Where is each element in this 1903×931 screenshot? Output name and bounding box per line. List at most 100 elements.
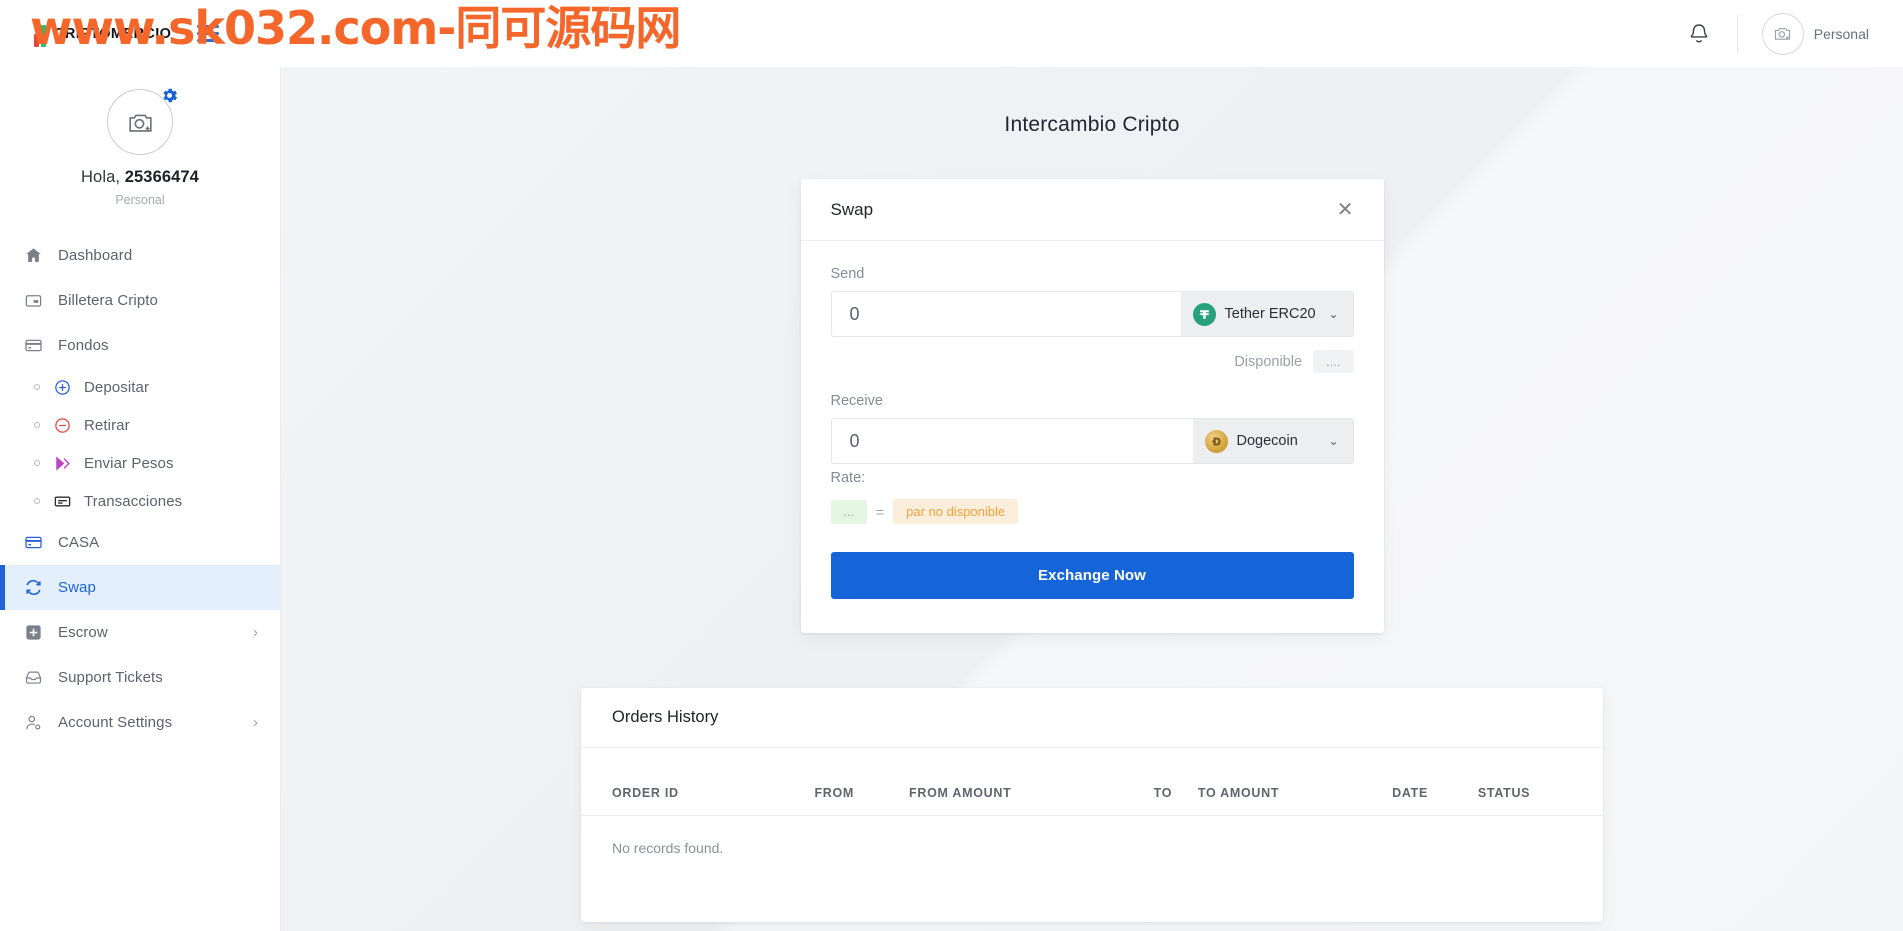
- sidebar-item-retirar[interactable]: Retirar: [0, 406, 280, 444]
- rate-status-badge: par no disponible: [893, 499, 1019, 524]
- sidebar-item-account-settings[interactable]: Account Settings ›: [0, 700, 280, 745]
- chevron-right-icon: ›: [253, 624, 258, 641]
- swap-card: Swap ✕ Send Tether ERC20 ⌄: [800, 179, 1384, 633]
- rate-row: ... = par no disponible: [830, 499, 1354, 524]
- sidebar-item-support-tickets[interactable]: Support Tickets: [0, 655, 280, 700]
- orders-history-card: Orders History ORDER ID FROM FROM AMOUNT…: [581, 688, 1603, 922]
- hamburger-icon[interactable]: [197, 25, 220, 42]
- sidebar-label: Retirar: [84, 416, 130, 434]
- sidebar-label: CASA: [58, 534, 100, 551]
- casa-card-icon: [22, 533, 44, 552]
- swap-card-title: Swap: [830, 199, 874, 219]
- brand-name: CRIPTOMERCIO: [54, 25, 172, 42]
- table-empty-row: No records found.: [581, 816, 1603, 856]
- receive-coin-select[interactable]: Dogecoin ⌄: [1192, 419, 1353, 463]
- close-icon[interactable]: ✕: [1337, 200, 1354, 220]
- main-content: Intercambio Cripto Swap ✕ Send 0 Tether …: [281, 67, 1903, 931]
- column-header-from: FROM: [814, 748, 910, 816]
- sidebar-item-billetera-cripto[interactable]: Billetera Cripto: [0, 278, 280, 323]
- plus-circle-icon: [51, 378, 73, 397]
- send-field-row: Tether ERC20 ⌄: [830, 291, 1354, 337]
- sidebar-profile: Hola, 25366474 Personal: [0, 67, 280, 213]
- sidebar-label: Enviar Pesos: [84, 454, 174, 472]
- sidebar-item-fondos[interactable]: Fondos: [0, 323, 280, 368]
- user-menu[interactable]: Personal: [1738, 12, 1869, 55]
- tether-icon: [1192, 302, 1216, 326]
- swap-card-header: Swap ✕: [800, 179, 1384, 241]
- receive-field-row: Dogecoin ⌄: [830, 418, 1354, 464]
- rate-value-chip: ...: [830, 499, 867, 524]
- sidebar-label: Fondos: [58, 337, 109, 354]
- sidebar-item-swap[interactable]: Swap: [0, 565, 280, 610]
- escrow-plus-icon: [22, 623, 44, 642]
- chevron-down-icon: ⌄: [1328, 434, 1339, 448]
- sidebar-item-depositar[interactable]: Depositar: [0, 368, 280, 406]
- column-header-to: TO: [1153, 748, 1198, 816]
- table-body: No records found.: [581, 816, 1603, 856]
- gear-icon[interactable]: [160, 86, 179, 105]
- sidebar: Hola, 25366474 Personal Dashboard Billet…: [0, 67, 281, 931]
- minus-circle-icon: [51, 416, 73, 435]
- orders-history-header: Orders History: [581, 688, 1603, 748]
- swap-icon: [22, 578, 44, 597]
- sidebar-item-transacciones[interactable]: Transacciones: [0, 482, 280, 520]
- greeting-text: Hola,: [81, 168, 125, 186]
- home-icon: [22, 246, 44, 265]
- send-coin-select[interactable]: Tether ERC20 ⌄: [1180, 292, 1353, 336]
- send-label: Send: [830, 266, 865, 282]
- wallet-icon: [22, 291, 44, 310]
- sidebar-label: Transacciones: [84, 492, 183, 510]
- receive-label: Receive: [830, 393, 883, 409]
- profile-username: 25366474: [124, 168, 199, 186]
- sidebar-item-escrow[interactable]: Escrow ›: [0, 610, 280, 655]
- available-label: Disponible: [1234, 353, 1303, 370]
- exchange-now-button[interactable]: Exchange Now: [830, 552, 1354, 599]
- sidebar-nav: Dashboard Billetera Cripto Fondos Deposi…: [0, 233, 280, 745]
- sidebar-label: Escrow: [58, 624, 108, 641]
- bell-icon[interactable]: [1661, 22, 1737, 46]
- inbox-icon: [22, 668, 44, 687]
- send-fast-icon: [51, 454, 73, 473]
- orders-history-table: ORDER ID FROM FROM AMOUNT TO TO AMOUNT D…: [581, 748, 1603, 856]
- top-header: CRIPTOMERCIO Personal: [0, 0, 1903, 67]
- card-icon: [22, 336, 44, 355]
- receive-amount-input[interactable]: [831, 419, 1193, 463]
- orders-history-title: Orders History: [612, 708, 719, 726]
- empty-message: No records found.: [612, 840, 724, 856]
- sidebar-item-enviar-pesos[interactable]: Enviar Pesos: [0, 444, 280, 482]
- sidebar-item-casa[interactable]: CASA: [0, 520, 280, 565]
- available-value: ....: [1313, 350, 1354, 373]
- bullet-marker: [34, 384, 40, 390]
- rate-label: Rate:: [830, 470, 866, 486]
- column-header-to-amount: TO AMOUNT: [1197, 748, 1393, 816]
- bullet-marker: [34, 498, 40, 504]
- swap-card-body: Send Tether ERC20 ⌄ Disponible: [801, 241, 1384, 633]
- send-amount-input[interactable]: [831, 292, 1181, 336]
- chevron-down-icon: ⌄: [1328, 307, 1339, 321]
- user-role-label: Personal: [1813, 25, 1869, 42]
- available-row: Disponible ....: [831, 350, 1354, 373]
- sidebar-item-dashboard[interactable]: Dashboard: [0, 233, 280, 278]
- rate-equals-sign: =: [875, 503, 885, 520]
- brand-block: CRIPTOMERCIO: [0, 21, 281, 47]
- sidebar-label: Dashboard: [58, 247, 133, 264]
- transactions-icon: [51, 492, 73, 511]
- page-title: Intercambio Cripto: [1004, 113, 1180, 136]
- sidebar-label: Billetera Cripto: [58, 292, 158, 309]
- column-header-from-amount: FROM AMOUNT: [909, 748, 1154, 816]
- column-header-status: STATUS: [1477, 748, 1603, 816]
- sidebar-label: Swap: [58, 579, 96, 596]
- column-header-order-id: ORDER ID: [581, 748, 815, 816]
- bullet-marker: [34, 422, 40, 428]
- table-header-row: ORDER ID FROM FROM AMOUNT TO TO AMOUNT D…: [581, 748, 1603, 816]
- receive-coin-name: Dogecoin: [1236, 433, 1298, 449]
- dogecoin-icon: [1204, 429, 1228, 453]
- bullet-marker: [34, 460, 40, 466]
- column-header-date: DATE: [1392, 748, 1478, 816]
- profile-picture-block[interactable]: [107, 88, 178, 155]
- profile-role: Personal: [115, 193, 165, 207]
- chevron-right-icon: ›: [253, 714, 258, 731]
- profile-greeting: Hola, 25366474: [0, 168, 280, 187]
- user-gear-icon: [22, 713, 44, 732]
- app-root: www.sk032.com-同可源码网 CRIPTOMERCIO Persona…: [0, 0, 1903, 931]
